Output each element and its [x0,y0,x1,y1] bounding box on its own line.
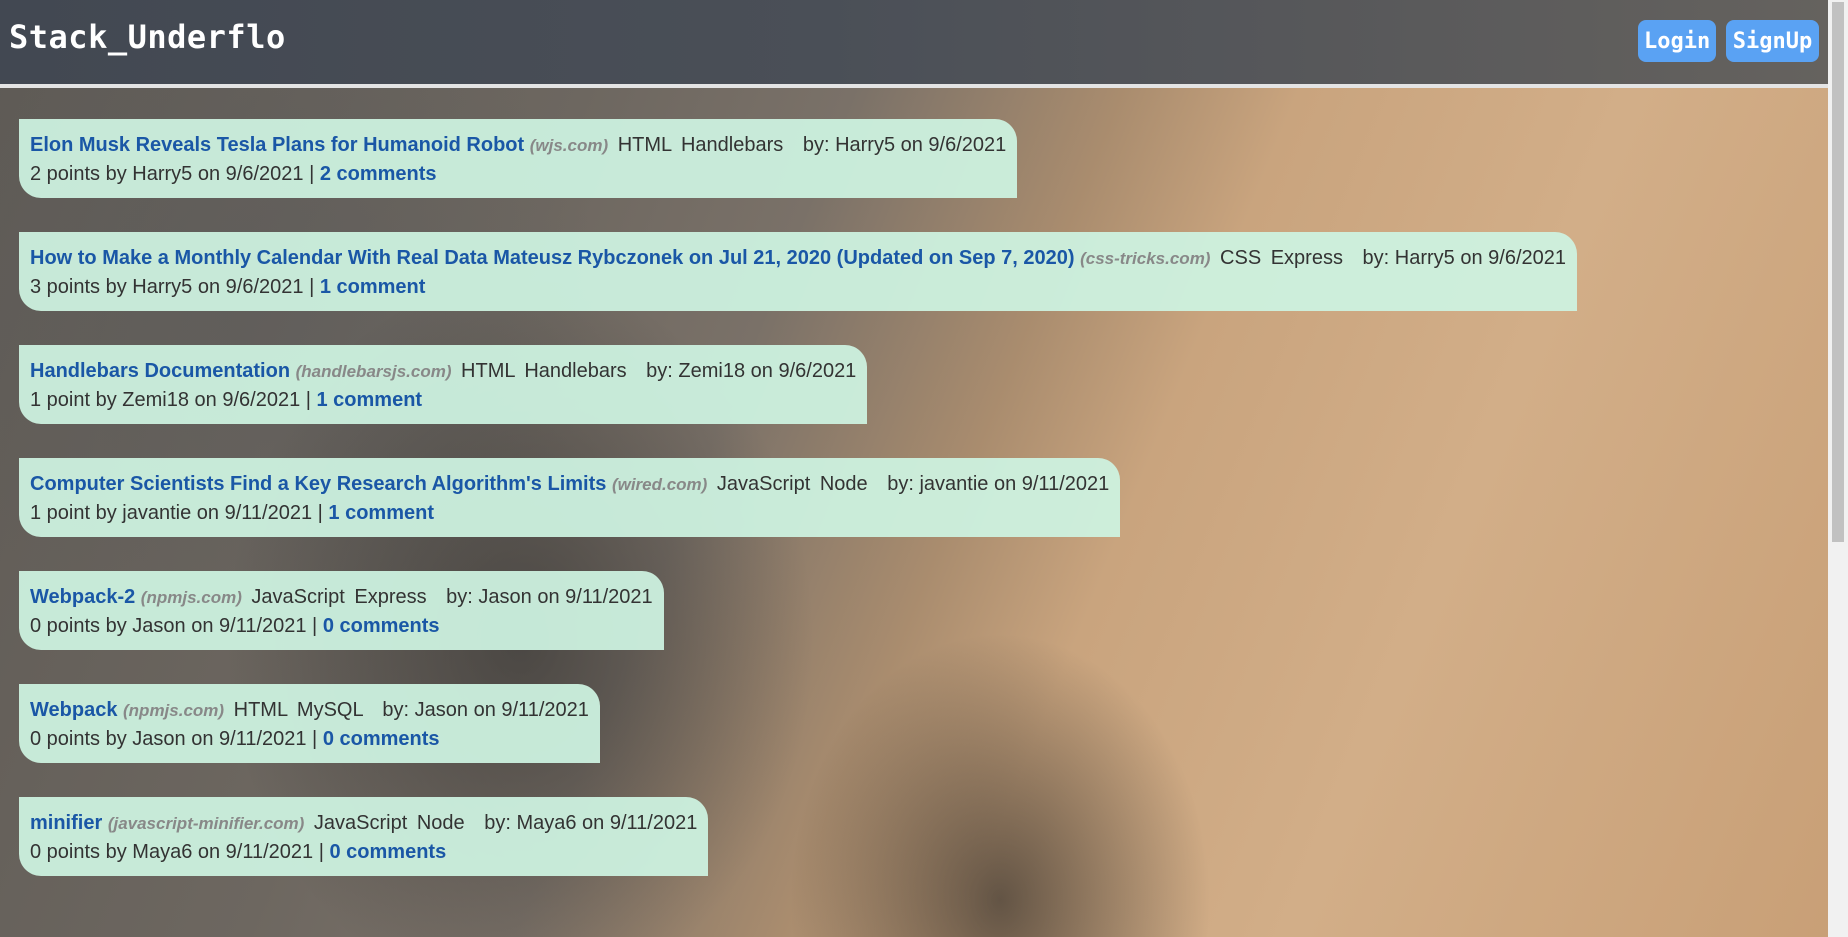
post-tag: CSS [1220,247,1262,269]
post-title-link[interactable]: Webpack [30,699,117,721]
post-title-link[interactable]: minifier [30,812,102,834]
post-comments-link[interactable]: 0 comments [323,728,440,750]
post-comments-link[interactable]: 1 comment [328,502,434,524]
post-domain: (wjs.com) [529,136,609,155]
post-tag: Handlebars [524,360,627,382]
post-meta: 2 points by Harry5 on 9/6/2021 | [30,163,315,185]
post-domain: (npmjs.com) [140,588,242,607]
post-comments-link[interactable]: 1 comment [317,389,423,411]
post-byline: by: Harry5 on 9/6/2021 [802,134,1007,156]
login-button[interactable]: Login [1638,20,1716,62]
post-tag: JavaScript [716,473,811,495]
post-meta: 0 points by Jason on 9/11/2021 | [30,728,318,750]
post-tag: Express [354,586,427,608]
post-title-line: minifier (javascript-minifier.com) JavaS… [30,809,697,838]
vertical-scrollbar[interactable] [1828,0,1848,937]
post-tag: Express [1270,247,1343,269]
post-meta-line: 2 points by Harry5 on 9/6/2021 | 2 comme… [30,160,1006,188]
post-meta-line: 0 points by Maya6 on 9/11/2021 | 0 comme… [30,838,697,866]
signup-button[interactable]: SignUp [1726,20,1819,62]
post-title-link[interactable]: Webpack-2 [30,586,135,608]
post-tag: Node [416,812,465,834]
post-title-line: Handlebars Documentation (handlebarsjs.c… [30,357,856,386]
post-item: Webpack (npmjs.com) HTML MySQL by: Jason… [19,684,600,763]
post-tag: HTML [461,360,515,382]
post-byline: by: Maya6 on 9/11/2021 [484,812,698,834]
site-brand[interactable]: Stack_Underflo [9,18,286,56]
post-title-line: Elon Musk Reveals Tesla Plans for Humano… [30,131,1006,160]
post-title-line: How to Make a Monthly Calendar With Real… [30,244,1566,273]
post-feed: Elon Musk Reveals Tesla Plans for Humano… [19,119,1577,910]
post-tag: Node [819,473,868,495]
post-meta-line: 0 points by Jason on 9/11/2021 | 0 comme… [30,725,589,753]
post-byline: by: Zemi18 on 9/6/2021 [646,360,857,382]
post-byline: by: javantie on 9/11/2021 [887,473,1110,495]
post-meta-line: 1 point by Zemi18 on 9/6/2021 | 1 commen… [30,386,856,414]
post-byline: by: Jason on 9/11/2021 [382,699,589,721]
post-title-line: Webpack (npmjs.com) HTML MySQL by: Jason… [30,696,589,725]
post-byline: by: Jason on 9/11/2021 [446,586,653,608]
post-title-link[interactable]: Computer Scientists Find a Key Research … [30,473,606,495]
post-item: Computer Scientists Find a Key Research … [19,458,1121,537]
post-domain: (handlebarsjs.com) [295,362,452,381]
post-domain: (javascript-minifier.com) [107,814,305,833]
post-title-line: Webpack-2 (npmjs.com) JavaScript Express… [30,583,653,612]
post-domain: (npmjs.com) [123,701,225,720]
post-item: Webpack-2 (npmjs.com) JavaScript Express… [19,571,664,650]
post-comments-link[interactable]: 2 comments [320,163,437,185]
post-comments-link[interactable]: 0 comments [323,615,440,637]
post-meta: 1 point by javantie on 9/11/2021 | [30,502,323,524]
post-tag: Handlebars [680,134,784,156]
post-tag: HTML [233,699,288,721]
top-header: Stack_Underflo Login SignUp [0,0,1828,88]
post-item: minifier (javascript-minifier.com) JavaS… [19,797,709,876]
post-byline: by: Harry5 on 9/6/2021 [1362,247,1566,269]
post-item: Handlebars Documentation (handlebarsjs.c… [19,345,868,424]
post-meta: 0 points by Jason on 9/11/2021 | [30,615,318,637]
post-title-line: Computer Scientists Find a Key Research … [30,470,1109,499]
post-title-link[interactable]: How to Make a Monthly Calendar With Real… [30,247,1075,269]
post-tag: JavaScript [313,812,408,834]
post-title-link[interactable]: Elon Musk Reveals Tesla Plans for Humano… [30,134,524,156]
post-meta-line: 1 point by javantie on 9/11/2021 | 1 com… [30,499,1109,527]
post-meta: 3 points by Harry5 on 9/6/2021 | [30,276,315,298]
post-comments-link[interactable]: 1 comment [320,276,426,298]
post-item: Elon Musk Reveals Tesla Plans for Humano… [19,119,1018,198]
post-meta-line: 0 points by Jason on 9/11/2021 | 0 comme… [30,612,653,640]
post-domain: (wired.com) [611,475,708,494]
post-comments-link[interactable]: 0 comments [329,841,446,863]
post-tag: MySQL [296,699,363,721]
post-tag: HTML [617,134,672,156]
post-title-link[interactable]: Handlebars Documentation [30,360,290,382]
post-meta: 1 point by Zemi18 on 9/6/2021 | [30,389,311,411]
post-meta: 0 points by Maya6 on 9/11/2021 | [30,841,324,863]
post-domain: (css-tricks.com) [1080,249,1211,268]
post-tag: JavaScript [251,586,345,608]
post-meta-line: 3 points by Harry5 on 9/6/2021 | 1 comme… [30,273,1566,301]
scrollbar-thumb[interactable] [1832,2,1844,542]
post-item: How to Make a Monthly Calendar With Real… [19,232,1577,311]
